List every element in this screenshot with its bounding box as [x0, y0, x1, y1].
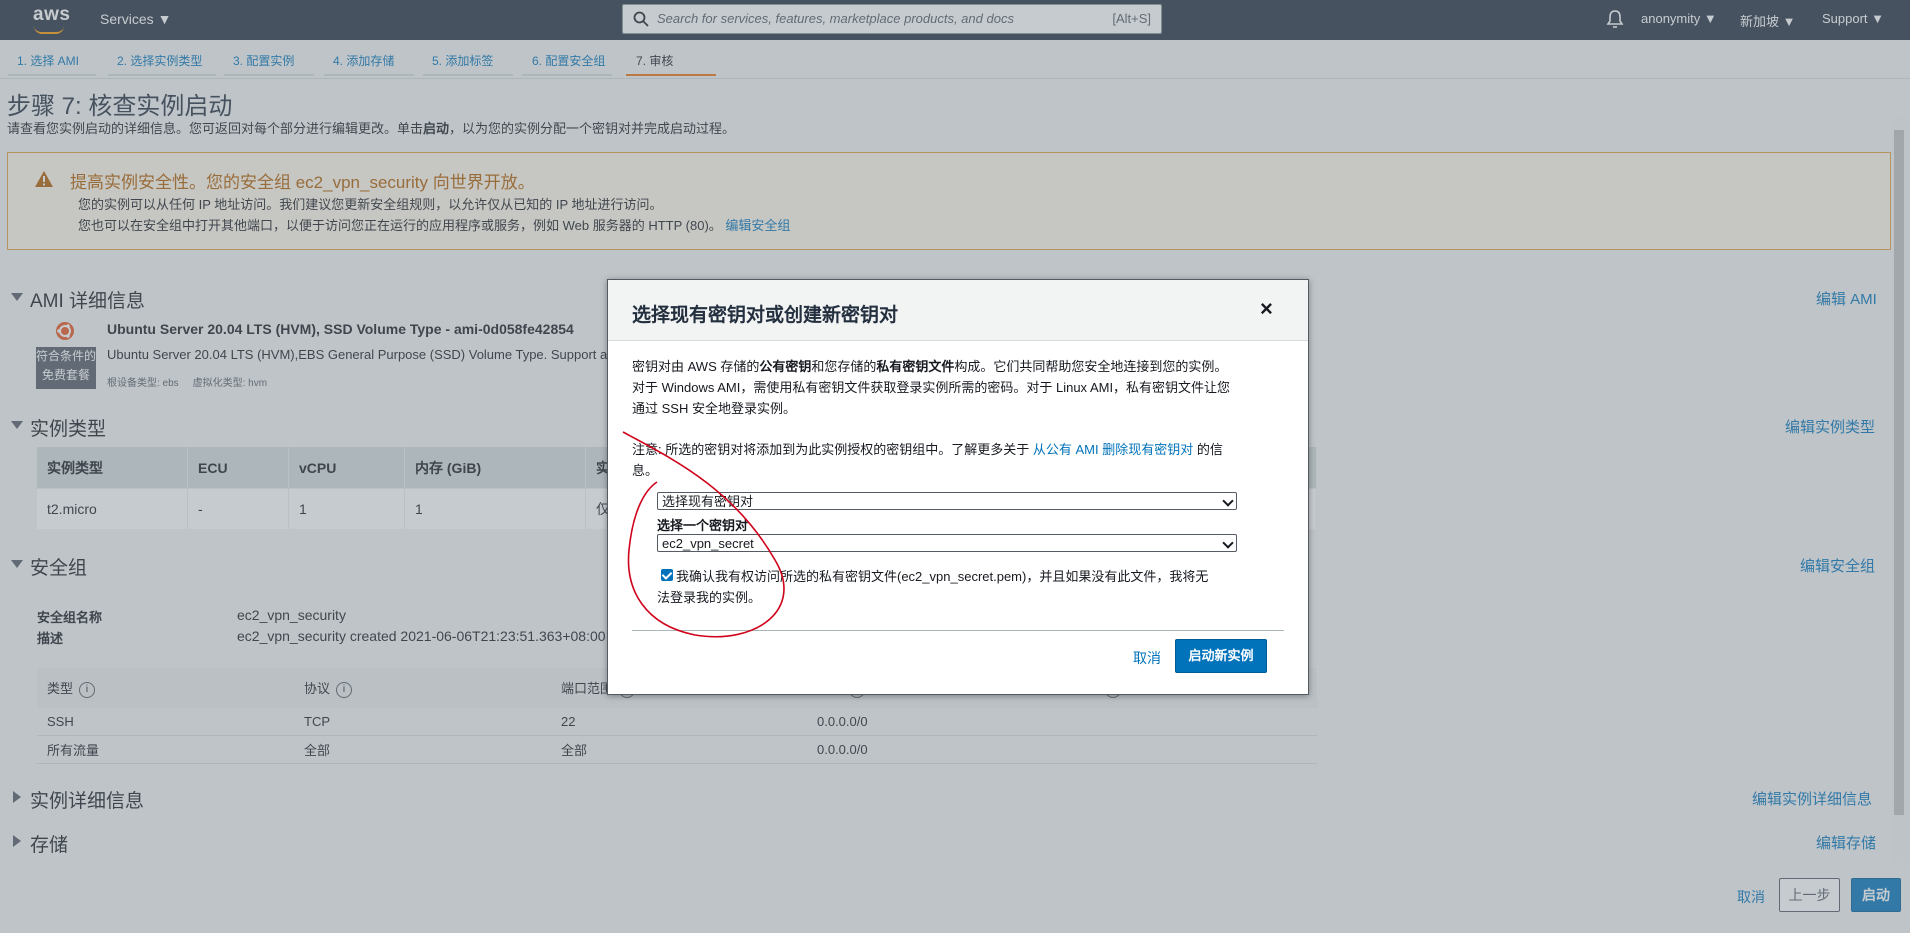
dialog-paragraph: 通过 SSH 安全地登录实例。 [632, 401, 796, 416]
dialog-paragraph: 密钥对由 AWS 存储的公有密钥和您存储的私有密钥文件构成。它们共同帮助您安全地… [632, 359, 1228, 374]
chevron-down-icon [1222, 537, 1234, 549]
dialog-title: 选择现有密钥对或创建新密钥对 [632, 305, 899, 326]
close-icon[interactable]: × [1260, 296, 1273, 322]
launch-instance-button[interactable]: 启动新实例 [1175, 639, 1267, 673]
chevron-down-icon [1222, 495, 1234, 507]
dialog-cancel-button[interactable]: 取消 [1133, 648, 1161, 668]
red-circle-annotation [622, 431, 785, 638]
dialog-paragraph: 对于 Windows AMI，需使用私有密钥文件获取登录实例所需的密码。对于 L… [632, 380, 1231, 395]
remove-key-pair-link[interactable]: 从公有 AMI 删除现有密钥对 [1033, 442, 1193, 457]
